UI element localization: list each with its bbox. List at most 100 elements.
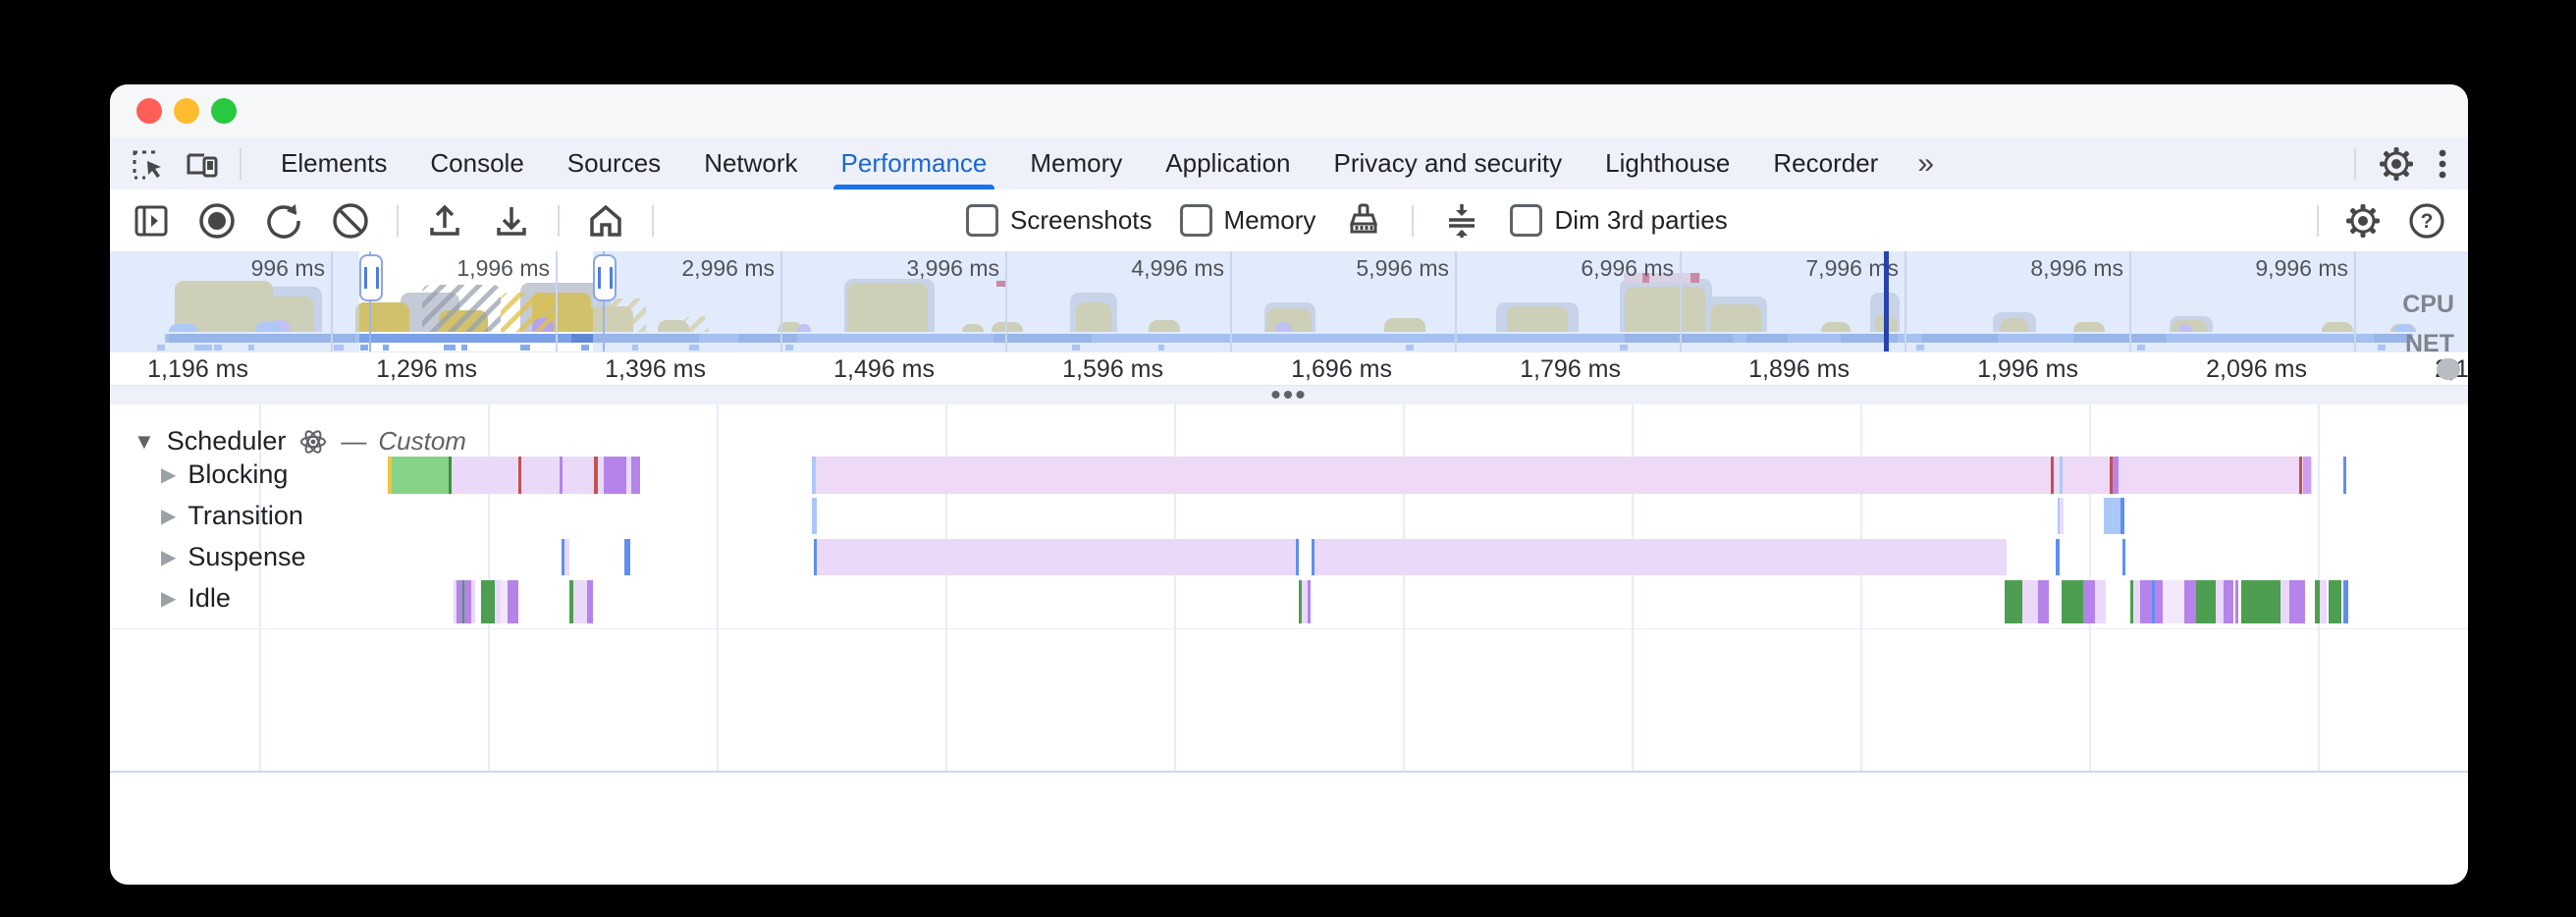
flame-segment[interactable] — [2235, 580, 2238, 623]
flame-segment[interactable] — [2281, 580, 2289, 623]
flame-segment[interactable] — [2120, 498, 2124, 534]
track-row-blocking[interactable]: ▶Blocking — [161, 459, 288, 490]
flame-segment[interactable] — [471, 580, 475, 623]
collapse-triangle-icon[interactable]: ▼ — [134, 429, 155, 455]
flame-segment[interactable] — [2060, 498, 2064, 534]
dim-3rd-parties-checkbox-row[interactable]: Dim 3rd parties — [1510, 204, 1727, 237]
flame-segment[interactable] — [392, 457, 449, 494]
dim-3rd-parties-checkbox[interactable] — [1510, 204, 1542, 237]
screenshots-checkbox[interactable] — [966, 204, 998, 237]
reload-record-icon[interactable] — [263, 200, 304, 242]
tab-application[interactable]: Application — [1144, 137, 1312, 189]
flame-segment[interactable] — [1315, 539, 2007, 575]
flame-segment[interactable] — [631, 457, 640, 494]
flame-segment[interactable] — [2060, 457, 2063, 494]
flame-segment[interactable] — [2163, 580, 2184, 623]
flame-segment[interactable] — [2299, 457, 2302, 494]
timeline-overview[interactable]: CPU NET 996 ms1,996 ms2,996 ms3,996 ms4,… — [110, 251, 2468, 351]
tab-lighthouse[interactable]: Lighthouse — [1583, 137, 1751, 189]
flame-segment[interactable] — [501, 580, 508, 623]
more-tabs-button[interactable]: » — [1900, 147, 1952, 181]
expand-triangle-icon[interactable]: ▶ — [161, 545, 176, 569]
ruler-scroll-thumb[interactable] — [2437, 358, 2460, 380]
collapse-timeline-icon[interactable] — [1441, 200, 1482, 242]
flame-segment[interactable] — [2329, 580, 2341, 623]
panel-resize-handle[interactable]: ••• — [110, 385, 2468, 406]
flame-segment[interactable] — [587, 580, 593, 623]
settings-gear-icon[interactable] — [2378, 145, 2415, 183]
flame-segment[interactable] — [817, 539, 1296, 575]
flame-segment[interactable] — [2343, 580, 2348, 623]
garbage-collect-icon[interactable] — [1343, 200, 1384, 242]
flame-segment[interactable] — [2022, 580, 2038, 623]
download-profile-icon[interactable] — [491, 200, 532, 242]
flame-segment[interactable] — [2343, 457, 2346, 494]
selection-left-handle[interactable] — [359, 254, 383, 301]
flame-segment[interactable] — [624, 539, 630, 575]
record-icon[interactable] — [196, 200, 238, 242]
flame-segment[interactable] — [481, 580, 495, 623]
track-row-transition[interactable]: ▶Transition — [161, 501, 303, 531]
track-row-idle[interactable]: ▶Idle — [161, 583, 231, 614]
flame-segment[interactable] — [2140, 580, 2152, 623]
close-window-button[interactable] — [136, 98, 162, 124]
tab-recorder[interactable]: Recorder — [1751, 137, 1900, 189]
flame-segment[interactable] — [2184, 580, 2196, 623]
flame-segment[interactable] — [2241, 580, 2281, 623]
expand-triangle-icon[interactable]: ▶ — [161, 586, 176, 611]
inspect-element-icon[interactable] — [132, 147, 165, 181]
tab-console[interactable]: Console — [408, 137, 545, 189]
flame-segment[interactable] — [518, 457, 521, 494]
timeline-playhead[interactable] — [1884, 251, 1889, 351]
flame-segment[interactable] — [2104, 498, 2120, 534]
flame-segment[interactable] — [1296, 539, 1299, 575]
flame-chart[interactable]: ▼ Scheduler — Custom ▶Blocking ▶Transitio… — [110, 405, 2468, 773]
flame-segment[interactable] — [2133, 580, 2140, 623]
memory-checkbox-row[interactable]: Memory — [1180, 204, 1316, 237]
tab-network[interactable]: Network — [682, 137, 819, 189]
capture-settings-gear-icon[interactable] — [2344, 202, 2382, 240]
track-row-suspense[interactable]: ▶Suspense — [161, 542, 305, 572]
flame-segment[interactable] — [464, 580, 471, 623]
tab-privacy-and-security[interactable]: Privacy and security — [1313, 137, 1584, 189]
flame-segment[interactable] — [508, 580, 518, 623]
flame-segment[interactable] — [2095, 580, 2106, 623]
tab-memory[interactable]: Memory — [1008, 137, 1144, 189]
upload-profile-icon[interactable] — [424, 200, 465, 242]
flame-segment[interactable] — [812, 498, 817, 534]
help-icon[interactable]: ? — [2407, 201, 2446, 241]
expand-triangle-icon[interactable]: ▶ — [161, 462, 176, 487]
track-header-scheduler[interactable]: ▼ Scheduler — Custom — [134, 426, 466, 457]
clear-icon[interactable] — [330, 200, 371, 242]
flame-segment[interactable] — [594, 457, 598, 494]
flame-segment[interactable] — [2122, 539, 2125, 575]
tab-sources[interactable]: Sources — [546, 137, 682, 189]
flame-segment[interactable] — [2289, 580, 2305, 623]
zoom-window-button[interactable] — [211, 98, 237, 124]
flame-segment[interactable] — [816, 457, 2312, 494]
flame-segment[interactable] — [2155, 580, 2163, 623]
flame-segment[interactable] — [2320, 580, 2327, 623]
tab-elements[interactable]: Elements — [259, 137, 408, 189]
flame-segment[interactable] — [2196, 580, 2216, 623]
flame-segment[interactable] — [2062, 580, 2083, 623]
flame-segment[interactable] — [1308, 580, 1311, 623]
flame-segment[interactable] — [2083, 580, 2095, 623]
home-icon[interactable] — [585, 200, 626, 242]
minimize-window-button[interactable] — [174, 98, 199, 124]
device-toolbar-icon[interactable] — [185, 147, 220, 181]
flame-segment[interactable] — [2303, 457, 2311, 494]
flame-segment[interactable] — [2038, 580, 2049, 623]
flame-segment[interactable] — [2113, 457, 2119, 494]
tab-performance[interactable]: Performance — [820, 137, 1009, 189]
memory-checkbox[interactable] — [1180, 204, 1212, 237]
selection-right-handle[interactable] — [593, 254, 617, 301]
flame-segment[interactable] — [2051, 457, 2054, 494]
flame-segment[interactable] — [2224, 580, 2233, 623]
kebab-menu-icon[interactable] — [2437, 145, 2448, 183]
expand-triangle-icon[interactable]: ▶ — [161, 504, 176, 528]
flame-segment[interactable] — [604, 457, 626, 494]
flame-segment[interactable] — [2216, 580, 2224, 623]
flame-segment[interactable] — [2005, 580, 2022, 623]
flame-segment[interactable] — [573, 580, 587, 623]
